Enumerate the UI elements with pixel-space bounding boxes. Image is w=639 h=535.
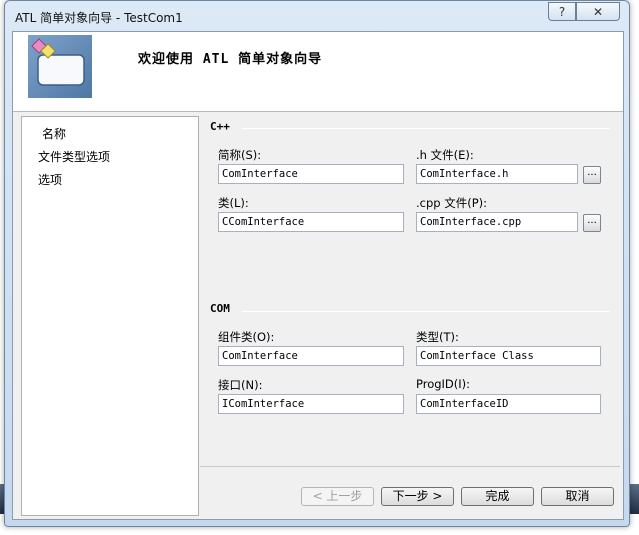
close-button[interactable]: ✕ — [576, 2, 620, 21]
dialog-client-area: 欢迎使用 ATL 简单对象向导 名称 文件类型选项 选项 C++ 简称(S): … — [12, 31, 624, 520]
short-name-label: 简称(S): — [218, 148, 262, 162]
coclass-input[interactable]: ComInterface — [218, 346, 404, 366]
cpp-section-divider — [242, 128, 610, 129]
cpp-file-input[interactable]: ComInterface.cpp — [416, 212, 578, 232]
wizard-nav: 名称 文件类型选项 选项 — [21, 116, 199, 516]
nav-item-name[interactable]: 名称 — [42, 125, 66, 142]
footer-divider — [200, 466, 620, 467]
type-input[interactable]: ComInterface Class — [416, 346, 601, 366]
progid-input[interactable]: ComInterfaceID — [416, 394, 601, 414]
nav-item-options[interactable]: 选项 — [38, 171, 62, 188]
wizard-header: 欢迎使用 ATL 简单对象向导 — [13, 32, 623, 112]
h-file-input[interactable]: ComInterface.h — [416, 164, 578, 184]
coclass-label: 组件类(O): — [218, 330, 275, 344]
nav-item-file-type-options[interactable]: 文件类型选项 — [38, 148, 110, 165]
com-section-divider — [242, 311, 610, 312]
progid-label: ProgID(I): — [416, 377, 471, 391]
finish-button[interactable]: 完成 — [461, 487, 534, 506]
wizard-content-pane: C++ 简称(S): ComInterface .h 文件(E): ComInt… — [200, 116, 620, 516]
h-file-label: .h 文件(E): — [416, 148, 474, 162]
h-file-browse-button[interactable]: ... — [583, 166, 601, 184]
window-title: ATL 简单对象向导 - TestCom1 — [15, 11, 183, 25]
help-button[interactable]: ? — [548, 2, 576, 21]
back-button[interactable]: < 上一步 — [301, 487, 374, 506]
help-icon: ? — [558, 4, 566, 19]
title-bar[interactable]: ATL 简单对象向导 - TestCom1 ? ✕ — [5, 1, 629, 31]
header-title: 欢迎使用 ATL 简单对象向导 — [138, 52, 323, 67]
cpp-file-browse-button[interactable]: ... — [583, 214, 601, 232]
short-name-input[interactable]: ComInterface — [218, 164, 404, 184]
class-input[interactable]: CComInterface — [218, 212, 404, 232]
close-icon: ✕ — [592, 4, 604, 19]
type-label: 类型(T): — [416, 330, 459, 344]
wizard-window: ATL 简单对象向导 - TestCom1 ? ✕ 欢迎使用 ATL 简单对象向… — [4, 0, 630, 527]
cpp-section-title: C++ — [210, 120, 230, 133]
class-label: 类(L): — [218, 196, 249, 210]
com-section-title: COM — [210, 302, 230, 315]
wizard-logo-icon — [28, 35, 92, 98]
cancel-button[interactable]: 取消 — [541, 487, 614, 506]
interface-label: 接口(N): — [218, 378, 263, 392]
cpp-file-label: .cpp 文件(P): — [416, 196, 488, 210]
interface-input[interactable]: IComInterface — [218, 394, 404, 414]
next-button[interactable]: 下一步 > — [381, 487, 454, 506]
